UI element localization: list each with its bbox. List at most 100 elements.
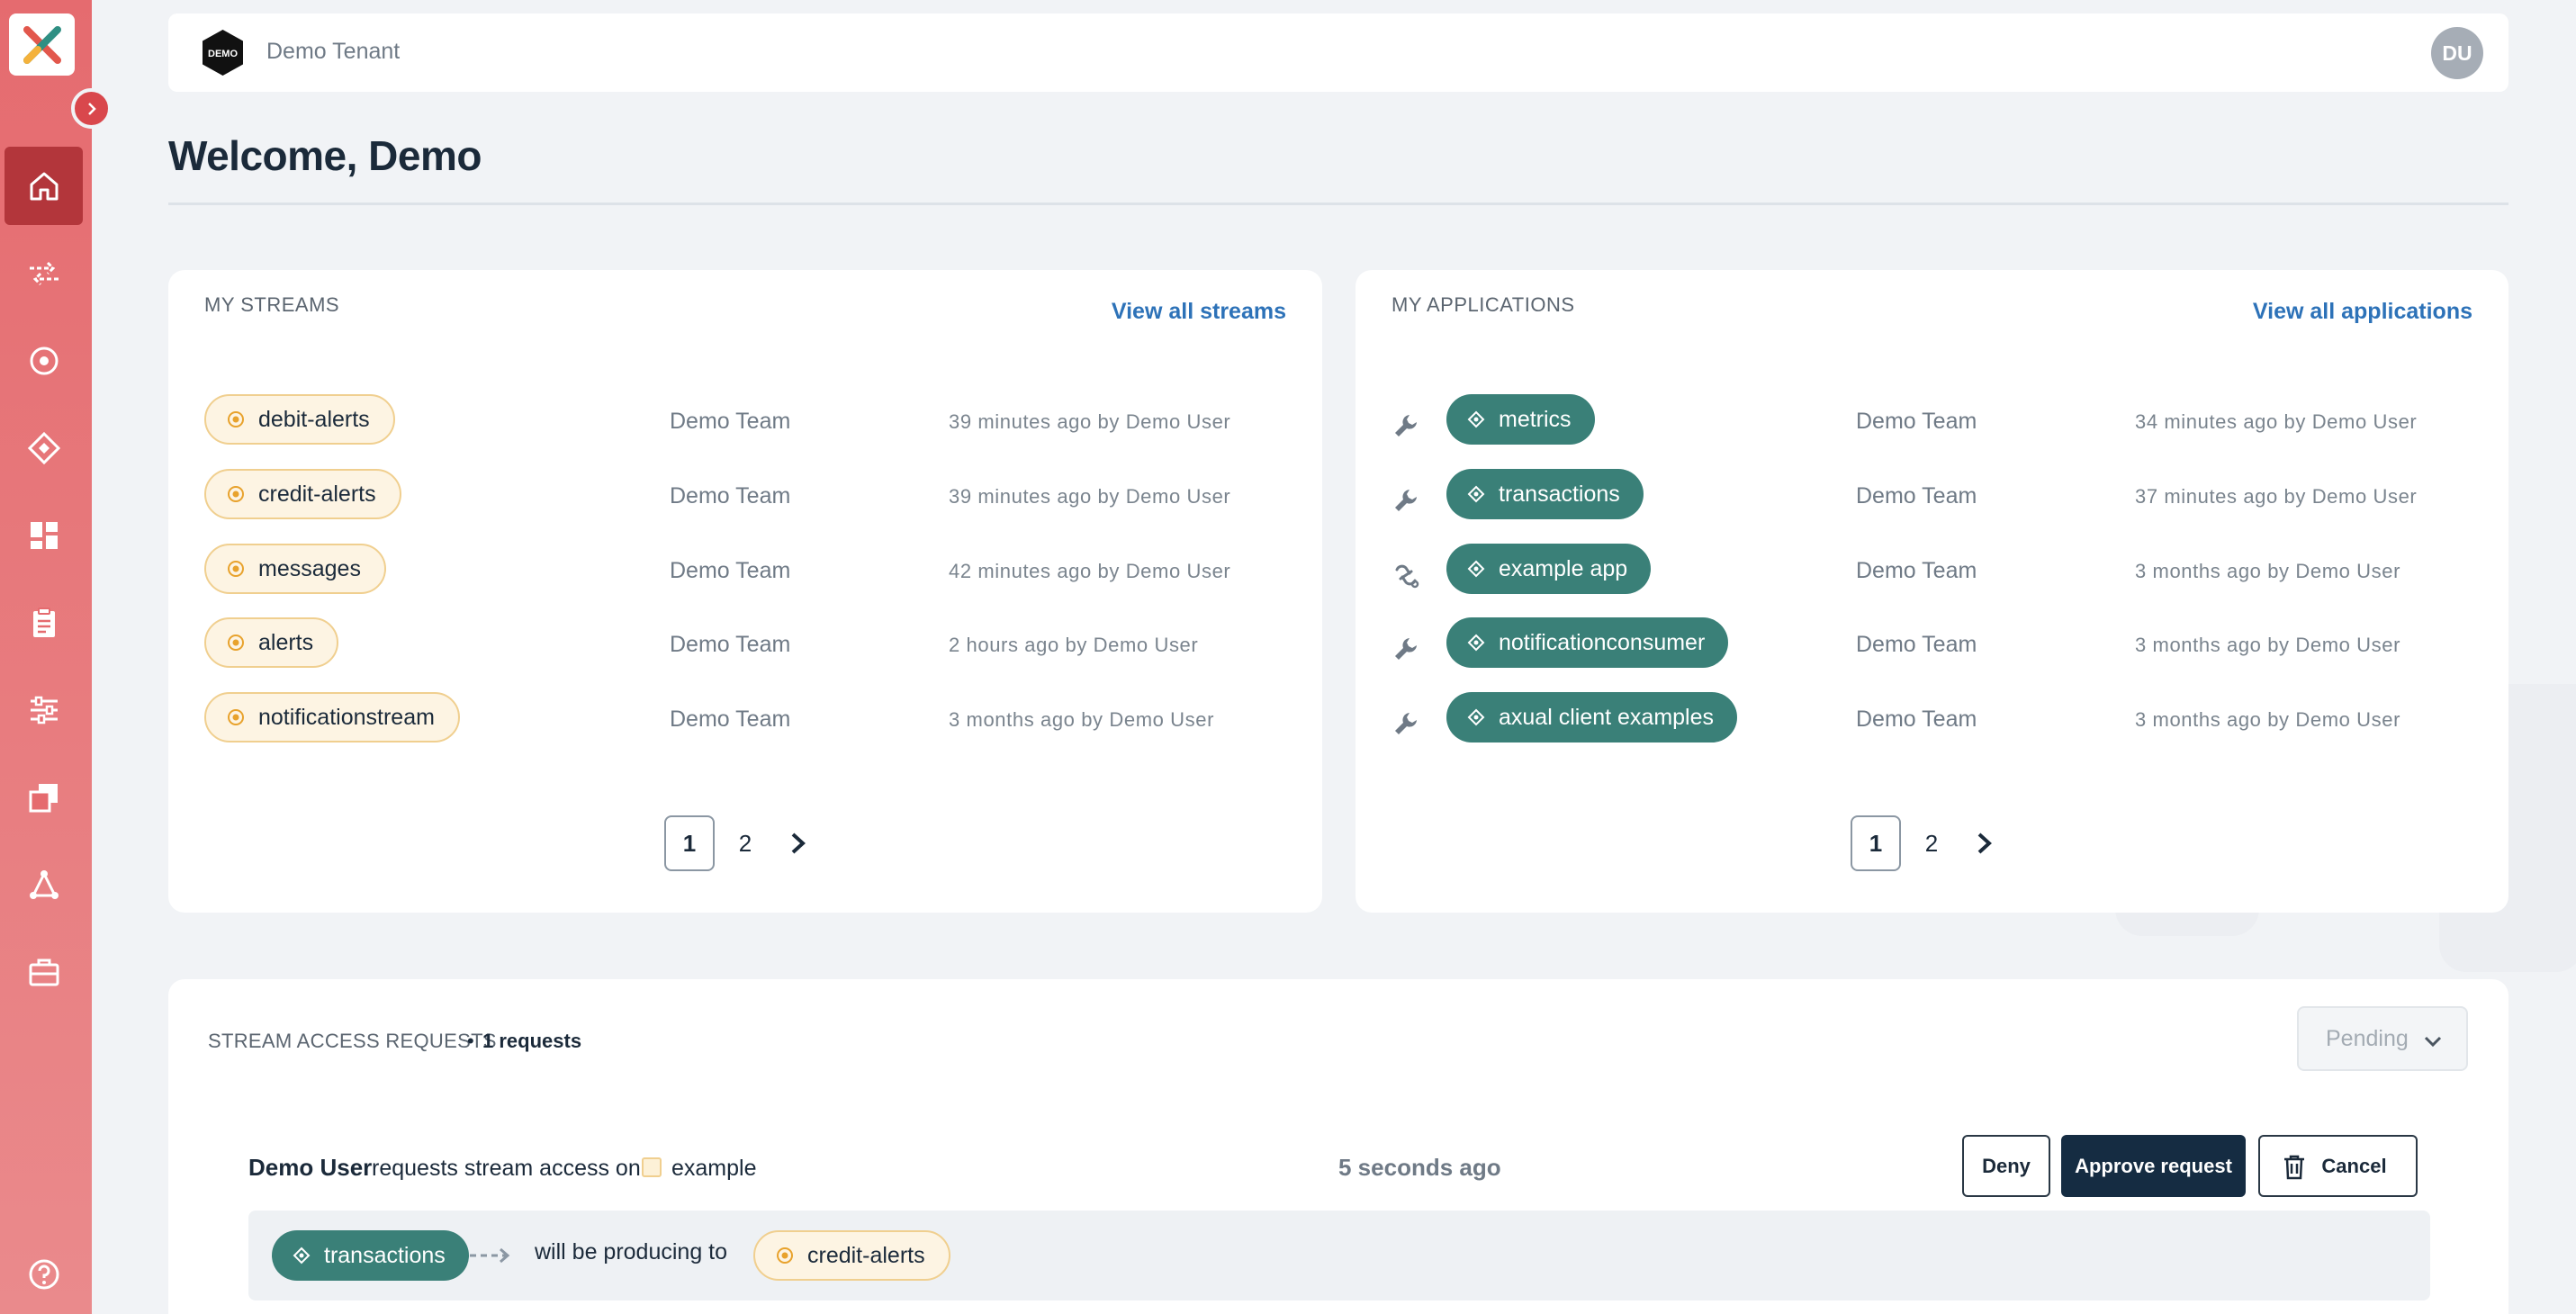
nav-applications[interactable] bbox=[5, 409, 83, 487]
application-name: transactions bbox=[324, 1242, 446, 1268]
stream-name: notificationstream bbox=[258, 704, 435, 730]
chevron-right-icon bbox=[87, 102, 96, 115]
status-filter-value: Pending bbox=[2326, 1025, 2409, 1051]
nav-requests[interactable] bbox=[5, 583, 83, 662]
chevron-right-icon bbox=[1977, 832, 1992, 854]
application-diamond-icon bbox=[1466, 410, 1486, 429]
sidebar bbox=[0, 0, 112, 1314]
stream-time: 2 hours ago by Demo User bbox=[949, 634, 1199, 656]
stream-name: debit-alerts bbox=[258, 406, 370, 432]
request-target: example bbox=[671, 1156, 757, 1181]
cancel-button[interactable]: Cancel bbox=[2258, 1135, 2418, 1197]
application-time: 3 months ago by Demo User bbox=[2135, 634, 2401, 656]
briefcase-icon bbox=[29, 958, 59, 986]
stream-name: credit-alerts bbox=[258, 481, 376, 507]
application-time: 34 minutes ago by Demo User bbox=[2135, 410, 2418, 433]
request-detail-text: will be producing to bbox=[535, 1239, 728, 1264]
user-avatar[interactable]: DU bbox=[2431, 27, 2483, 79]
nav-help[interactable] bbox=[5, 1235, 83, 1313]
stream-row[interactable]: debit-alerts Demo Team 39 minutes ago by… bbox=[168, 394, 1322, 457]
stream-circle-icon bbox=[226, 484, 246, 504]
application-row[interactable]: axual client examples Demo Team 3 months… bbox=[1356, 692, 2508, 755]
stream-pill[interactable]: credit-alerts bbox=[204, 469, 401, 519]
application-team: Demo Team bbox=[1856, 483, 1977, 508]
application-pill[interactable]: axual client examples bbox=[1446, 692, 1738, 742]
tenant-logo-text: DEMO bbox=[208, 49, 238, 59]
application-diamond-icon bbox=[1466, 633, 1486, 652]
application-diamond-icon bbox=[1466, 707, 1486, 727]
app-logo[interactable] bbox=[9, 14, 75, 76]
my-streams-title: MY STREAMS bbox=[204, 293, 340, 316]
page-button-2[interactable]: 2 bbox=[1906, 815, 1957, 871]
requests-count: 1 requests bbox=[482, 1030, 582, 1052]
stream-row[interactable]: messages Demo Team 42 minutes ago by Dem… bbox=[168, 544, 1322, 607]
application-team: Demo Team bbox=[1856, 558, 1977, 583]
stream-row[interactable]: alerts Demo Team 2 hours ago by Demo Use… bbox=[168, 617, 1322, 680]
stream-pill[interactable]: notificationstream bbox=[204, 692, 460, 742]
stream-circle-icon bbox=[30, 346, 58, 374]
application-name: metrics bbox=[1499, 406, 1572, 432]
dashed-arrow-icon bbox=[470, 1247, 510, 1264]
top-bar: DEMO Demo Tenant DU bbox=[168, 14, 2508, 92]
applications-pagination: 1 2 bbox=[1851, 815, 2007, 871]
application-row[interactable]: notificationconsumer Demo Team 3 months … bbox=[1356, 617, 2508, 680]
page-title: Welcome, Demo bbox=[168, 132, 482, 179]
wrench-icon bbox=[1395, 713, 1417, 734]
nav-dashboard[interactable] bbox=[5, 496, 83, 574]
stream-team: Demo Team bbox=[670, 483, 791, 508]
next-page-button[interactable] bbox=[776, 815, 821, 871]
stream-name: credit-alerts bbox=[807, 1242, 925, 1268]
stream-time: 42 minutes ago by Demo User bbox=[949, 560, 1231, 582]
approve-request-button[interactable]: Approve request bbox=[2061, 1135, 2246, 1197]
application-row[interactable]: metrics Demo Team 34 minutes ago by Demo… bbox=[1356, 394, 2508, 457]
stream-circle-icon bbox=[775, 1246, 795, 1265]
stream-row[interactable]: credit-alerts Demo Team 39 minutes ago b… bbox=[168, 469, 1322, 532]
stream-pill[interactable]: credit-alerts bbox=[753, 1230, 950, 1281]
application-time: 3 months ago by Demo User bbox=[2135, 560, 2401, 582]
stream-circle-icon bbox=[226, 410, 246, 429]
stream-row[interactable]: notificationstream Demo Team 3 months ag… bbox=[168, 692, 1322, 755]
page-button-1[interactable]: 1 bbox=[664, 815, 715, 871]
nav-streams[interactable] bbox=[5, 321, 83, 400]
requests-separator: • bbox=[467, 1030, 474, 1052]
tenant-logo[interactable]: DEMO bbox=[198, 28, 248, 77]
nav-connections[interactable] bbox=[5, 234, 83, 312]
stream-pill[interactable]: messages bbox=[204, 544, 386, 594]
view-all-streams-link[interactable]: View all streams bbox=[1112, 299, 1286, 325]
nav-tools[interactable] bbox=[5, 932, 83, 1011]
home-icon bbox=[30, 172, 58, 200]
chevron-right-icon bbox=[791, 832, 806, 854]
next-page-button[interactable] bbox=[1962, 815, 2007, 871]
deny-button[interactable]: Deny bbox=[1962, 1135, 2050, 1197]
stream-team: Demo Team bbox=[670, 706, 791, 732]
application-row[interactable]: example app Demo Team 3 months ago by De… bbox=[1356, 544, 2508, 607]
title-divider bbox=[168, 202, 2508, 205]
application-pill[interactable]: notificationconsumer bbox=[1446, 617, 1729, 668]
nav-environments[interactable] bbox=[5, 758, 83, 836]
sliders-icon bbox=[30, 696, 58, 724]
transfer-arrows-icon bbox=[29, 261, 59, 285]
stream-pill[interactable]: debit-alerts bbox=[204, 394, 395, 445]
request-text: requests stream access on bbox=[372, 1156, 641, 1181]
application-pill[interactable]: transactions bbox=[272, 1230, 469, 1281]
nav-topology[interactable] bbox=[5, 845, 83, 923]
stream-name: messages bbox=[258, 555, 361, 581]
application-team: Demo Team bbox=[1856, 706, 1977, 732]
trash-icon bbox=[2284, 1155, 2304, 1180]
nav-settings[interactable] bbox=[5, 670, 83, 749]
status-filter-select[interactable]: Pending bbox=[2297, 1006, 2468, 1071]
application-diamond-icon bbox=[292, 1246, 311, 1265]
page-button-2[interactable]: 2 bbox=[720, 815, 770, 871]
application-pill[interactable]: example app bbox=[1446, 544, 1652, 594]
application-row[interactable]: transactions Demo Team 37 minutes ago by… bbox=[1356, 469, 2508, 532]
stream-circle-icon bbox=[226, 707, 246, 727]
application-pill[interactable]: transactions bbox=[1446, 469, 1644, 519]
stream-pill[interactable]: alerts bbox=[204, 617, 339, 668]
application-pill[interactable]: metrics bbox=[1446, 394, 1595, 445]
stream-access-requests-card: STREAM ACCESS REQUESTS • 1 requests Pend… bbox=[168, 979, 2508, 1314]
page-button-1[interactable]: 1 bbox=[1851, 815, 1901, 871]
nav-home[interactable] bbox=[5, 147, 83, 225]
view-all-applications-link[interactable]: View all applications bbox=[2253, 299, 2472, 325]
sidebar-expand-button[interactable] bbox=[71, 88, 112, 129]
help-circle-icon bbox=[29, 1259, 59, 1289]
